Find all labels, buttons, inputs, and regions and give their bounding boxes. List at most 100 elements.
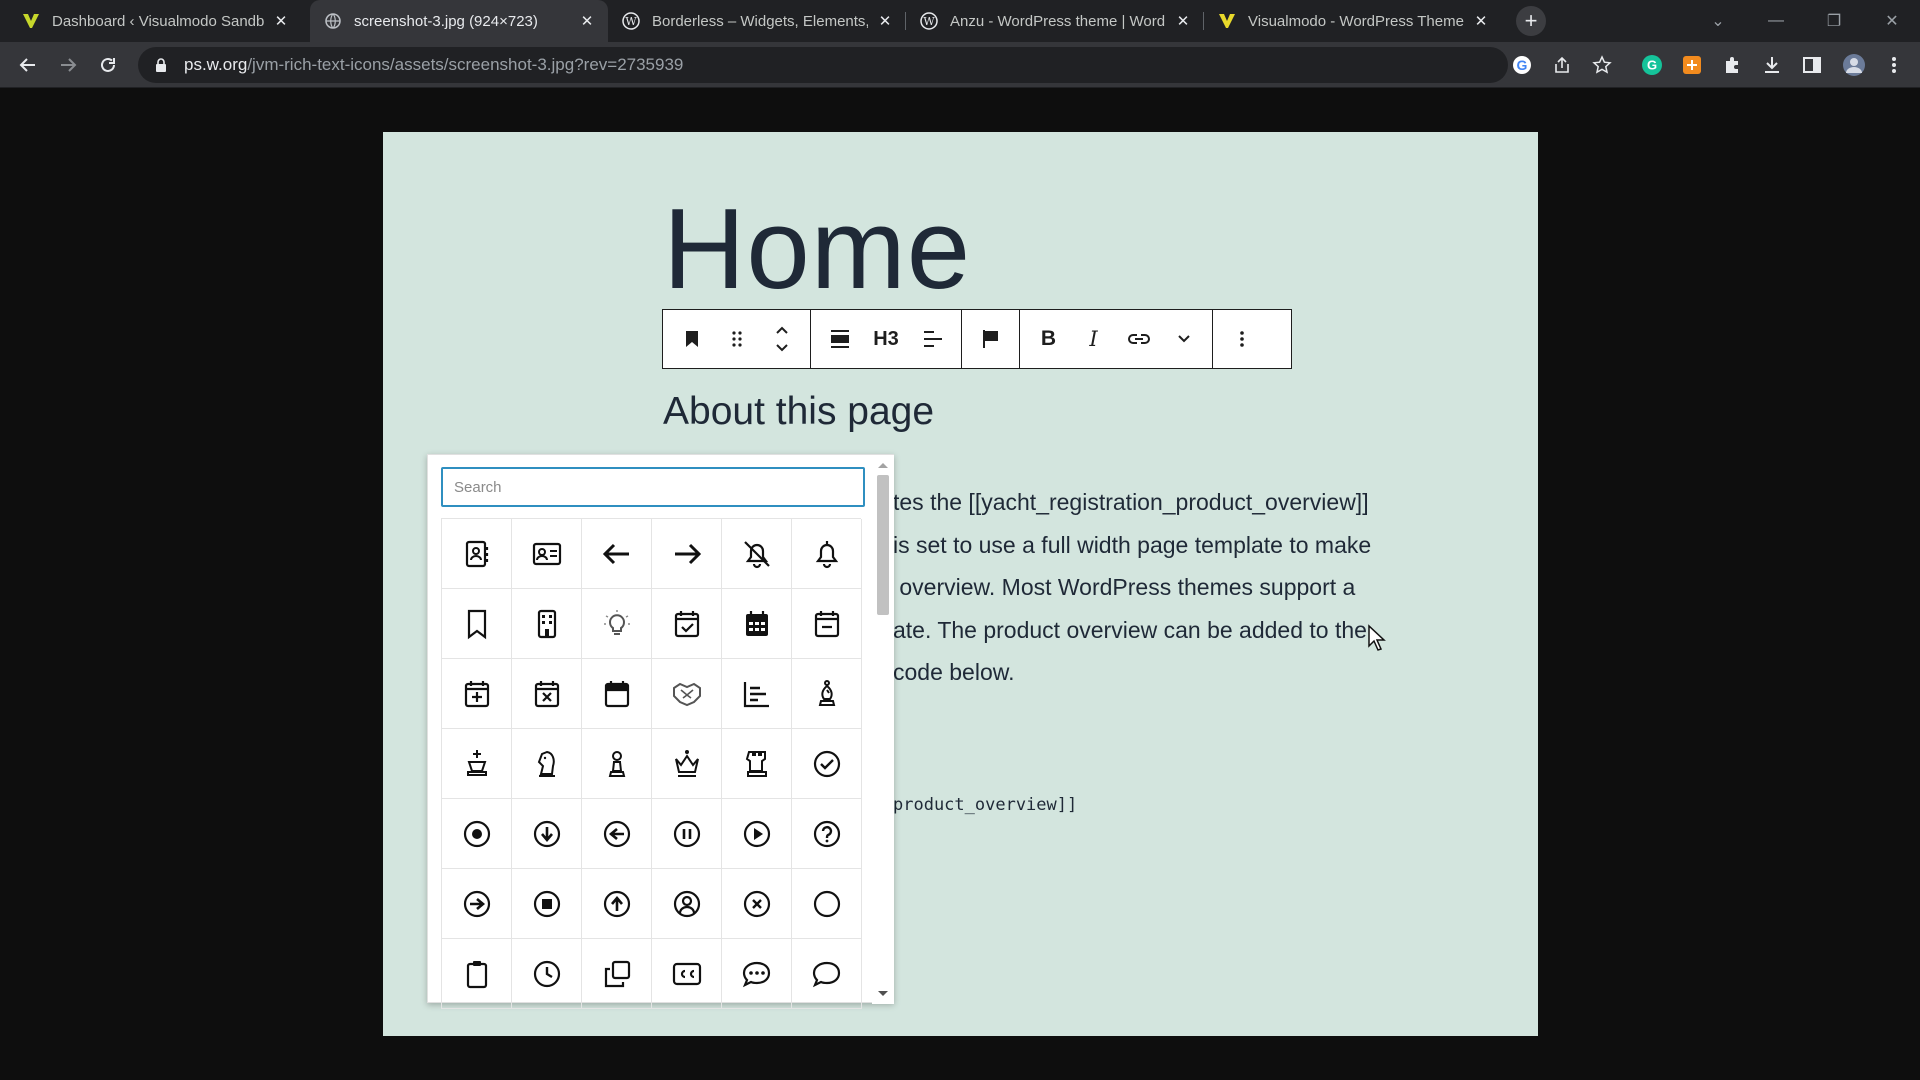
calendar-check-icon[interactable] <box>652 589 722 659</box>
chess-king-icon[interactable] <box>442 729 512 799</box>
circle-question-icon[interactable] <box>792 799 862 869</box>
scroll-down-arrow-icon[interactable] <box>878 991 888 996</box>
extension-orange-icon[interactable] <box>1678 51 1706 79</box>
comment-icon[interactable] <box>792 939 862 1009</box>
google-icon[interactable]: G <box>1508 51 1536 79</box>
bookmark-star-icon[interactable] <box>1588 51 1616 79</box>
tab-search-icon[interactable]: ⌄ <box>1690 0 1746 42</box>
tab-screenshot[interactable]: screenshot-3.jpg (924×723) ✕ <box>310 0 608 42</box>
clock-icon[interactable] <box>512 939 582 1009</box>
address-card-icon[interactable] <box>512 519 582 589</box>
bell-slash-icon[interactable] <box>722 519 792 589</box>
scroll-thumb[interactable] <box>877 475 889 615</box>
circle-right-icon[interactable] <box>442 869 512 939</box>
grammarly-icon[interactable]: G <box>1638 51 1666 79</box>
close-icon[interactable]: ✕ <box>578 12 596 30</box>
tab-borderless[interactable]: W Borderless – Widgets, Elements, T ✕ <box>608 0 906 42</box>
handshake-icon[interactable] <box>652 659 722 729</box>
new-tab-button[interactable]: + <box>1516 6 1546 36</box>
building-icon[interactable] <box>512 589 582 659</box>
close-icon[interactable]: ✕ <box>876 12 894 30</box>
download-icon[interactable] <box>1758 51 1786 79</box>
close-icon[interactable]: ✕ <box>1472 12 1490 30</box>
chess-rook-icon[interactable] <box>722 729 792 799</box>
close-window-icon[interactable]: ✕ <box>1864 0 1920 42</box>
avatar[interactable] <box>1840 51 1868 79</box>
closed-captioning-icon[interactable] <box>652 939 722 1009</box>
calendar-xmark-icon[interactable] <box>512 659 582 729</box>
address-book-icon[interactable] <box>442 519 512 589</box>
more-options-icon[interactable] <box>1219 310 1264 368</box>
chart-bar-icon[interactable] <box>722 659 792 729</box>
side-panel-icon[interactable] <box>1798 51 1826 79</box>
clipboard-icon[interactable] <box>442 939 512 1009</box>
chevron-down-icon[interactable] <box>1161 310 1206 368</box>
close-icon[interactable]: ✕ <box>272 12 290 30</box>
svg-text:G: G <box>1647 58 1657 73</box>
icon-search-input[interactable] <box>441 467 865 507</box>
close-icon[interactable]: ✕ <box>1174 12 1192 30</box>
calendar-icon[interactable] <box>582 659 652 729</box>
circle-pause-icon[interactable] <box>652 799 722 869</box>
circle-play-icon[interactable] <box>722 799 792 869</box>
circle-up-icon[interactable] <box>582 869 652 939</box>
circle-down-icon[interactable] <box>512 799 582 869</box>
drag-handle-icon[interactable] <box>714 310 759 368</box>
lightbulb-icon[interactable] <box>582 589 652 659</box>
menu-kebab-icon[interactable] <box>1880 51 1908 79</box>
tab-dashboard[interactable]: Dashboard ‹ Visualmodo Sandbox ✕ <box>8 0 302 42</box>
flag-icon[interactable] <box>968 310 1013 368</box>
visualmodo-icon <box>22 12 40 30</box>
bold-button[interactable]: B <box>1026 310 1071 368</box>
scroll-up-arrow-icon[interactable] <box>878 463 888 468</box>
move-up-down-icon[interactable] <box>759 310 804 368</box>
bookmark-icon[interactable] <box>442 589 512 659</box>
circle-dot-icon[interactable] <box>442 799 512 869</box>
circle-user-icon[interactable] <box>652 869 722 939</box>
chess-knight-icon[interactable] <box>512 729 582 799</box>
arrow-left-icon[interactable] <box>582 519 652 589</box>
tab-visualmodo[interactable]: Visualmodo - WordPress Themes ✕ <box>1204 0 1502 42</box>
italic-button[interactable]: I <box>1071 310 1116 368</box>
restore-icon[interactable]: ❐ <box>1806 0 1862 42</box>
forward-icon[interactable] <box>52 49 84 81</box>
mouse-cursor-icon <box>1368 624 1386 651</box>
minimize-icon[interactable]: — <box>1748 0 1804 42</box>
clone-icon[interactable] <box>582 939 652 1009</box>
chess-queen-icon[interactable] <box>652 729 722 799</box>
bell-icon[interactable] <box>792 519 862 589</box>
calendar-minus-icon[interactable] <box>792 589 862 659</box>
icon-picker-popover <box>427 454 894 1009</box>
calendar-days-icon[interactable] <box>722 589 792 659</box>
picker-scrollbar[interactable] <box>872 455 894 1004</box>
align-wide-icon[interactable] <box>817 310 862 368</box>
circle-check-icon[interactable] <box>792 729 862 799</box>
calendar-plus-icon[interactable] <box>442 659 512 729</box>
address-bar[interactable]: ps.w.org/jvm-rich-text-icons/assets/scre… <box>138 47 1508 83</box>
chess-pawn-icon[interactable] <box>582 729 652 799</box>
url-host: ps.w.org <box>184 55 248 74</box>
arrow-right-icon[interactable] <box>652 519 722 589</box>
link-icon[interactable] <box>1116 310 1161 368</box>
body-paragraph[interactable]: tes the [[yacht_registration_product_ove… <box>893 481 1513 694</box>
circle-stop-icon[interactable] <box>512 869 582 939</box>
extensions-puzzle-icon[interactable] <box>1718 51 1746 79</box>
globe-icon <box>324 12 342 30</box>
share-icon[interactable] <box>1548 51 1576 79</box>
lock-icon[interactable] <box>152 56 170 74</box>
comment-dots-icon[interactable] <box>722 939 792 1009</box>
circle-left-icon[interactable] <box>582 799 652 869</box>
back-icon[interactable] <box>12 49 44 81</box>
shortcode-text[interactable]: product_overview]] <box>893 795 1077 815</box>
page-title: Home <box>663 186 972 313</box>
tab-anzu[interactable]: W Anzu - WordPress theme | WordP ✕ <box>906 0 1204 42</box>
chess-bishop-icon[interactable] <box>792 659 862 729</box>
reload-icon[interactable] <box>92 49 124 81</box>
circle-icon[interactable] <box>792 869 862 939</box>
heading-level-button[interactable]: H3 <box>862 310 910 368</box>
block-type-bookmark-icon[interactable] <box>669 310 714 368</box>
circle-xmark-icon[interactable] <box>722 869 792 939</box>
format-group: B I <box>1020 310 1213 368</box>
editor-screenshot: Home H3 B I About this page tes the [[ya… <box>383 132 1538 1036</box>
align-left-icon[interactable] <box>910 310 955 368</box>
